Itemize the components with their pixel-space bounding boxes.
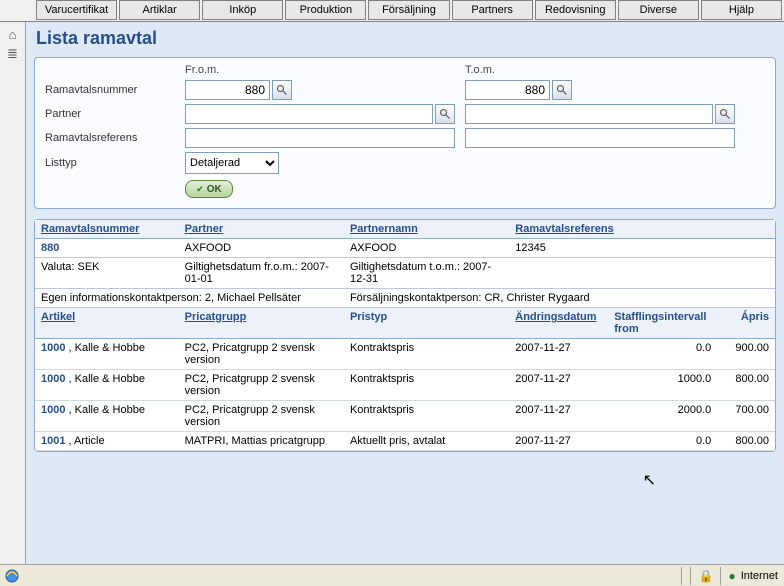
label-to: T.o.m. (465, 64, 745, 76)
table-row: 1000 , Kalle & HobbePC2, Pricatgrupp 2 s… (35, 370, 775, 401)
mouse-cursor: ↖ (643, 470, 656, 490)
menu-artiklar[interactable]: Artiklar (119, 0, 200, 20)
check-icon: ✔ (196, 184, 204, 195)
label-partner: Partner (45, 108, 185, 120)
ramavtal-link[interactable]: 880 (41, 242, 59, 254)
security-zone: Internet (739, 570, 784, 582)
col-staffling: Stafflingsintervall from (608, 308, 717, 339)
page-title: Lista ramavtal (36, 28, 780, 49)
menu-varucertifikat[interactable]: Varucertifikat (36, 0, 117, 20)
input-nummer-from[interactable] (185, 80, 270, 100)
menu-redovisning[interactable]: Redovisning (535, 0, 616, 20)
artikel-link[interactable]: 1000 (41, 342, 65, 354)
lookup-partner-from[interactable] (435, 104, 455, 124)
home-icon[interactable]: ⌂ (5, 26, 21, 42)
col-artikel[interactable]: Artikel (35, 308, 179, 339)
label-ramavtalsreferens: Ramavtalsreferens (45, 132, 185, 144)
input-referens-to[interactable] (465, 128, 735, 148)
table-row: 1000 , Kalle & HobbePC2, Pricatgrupp 2 s… (35, 401, 775, 432)
col-partnernamn[interactable]: Partnernamn (344, 220, 509, 239)
table-row: 1001 , ArticleMATPRI, Mattias pricatgrup… (35, 432, 775, 451)
artikel-link[interactable]: 1000 (41, 404, 65, 416)
input-referens-from[interactable] (185, 128, 455, 148)
col-pricatgrupp[interactable]: Pricatgrupp (179, 308, 344, 339)
input-partner-from[interactable] (185, 104, 433, 124)
sidebar: ⌂ ≣ (0, 22, 26, 564)
col-partner[interactable]: Partner (179, 220, 344, 239)
menu-hjalp[interactable]: Hjälp (701, 0, 782, 20)
menu-partners[interactable]: Partners (452, 0, 533, 20)
artikel-link[interactable]: 1001 (41, 435, 65, 447)
filter-panel: Fr.o.m. T.o.m. Ramavtalsnummer (34, 57, 776, 209)
artikel-link[interactable]: 1000 (41, 373, 65, 385)
ok-button[interactable]: ✔ OK (185, 180, 233, 198)
summary-row-1: 880 AXFOOD AXFOOD 12345 (35, 239, 775, 258)
input-nummer-to[interactable] (465, 80, 550, 100)
col-ramavtalsreferens[interactable]: Ramavtalsreferens (509, 220, 775, 239)
col-pristyp: Pristyp (344, 308, 509, 339)
magnifier-icon (719, 108, 731, 120)
menu-diverse[interactable]: Diverse (618, 0, 699, 20)
col-ramavtalsnummer[interactable]: Ramavtalsnummer (35, 220, 179, 239)
lookup-partner-to[interactable] (715, 104, 735, 124)
lookup-nummer-from[interactable] (272, 80, 292, 100)
summary-row-3: Egen informationskontaktperson: 2, Micha… (35, 289, 775, 308)
menu-forsaljning[interactable]: Försäljning (368, 0, 449, 20)
menu-produktion[interactable]: Produktion (285, 0, 366, 20)
globe-icon: ● (728, 569, 735, 583)
statusbar: 🔒 ● Internet (0, 564, 784, 586)
col-andringsdatum[interactable]: Ändringsdatum (509, 308, 608, 339)
lock-icon: 🔒 (698, 569, 713, 583)
menu-inkop[interactable]: Inköp (202, 0, 283, 20)
ie-icon (3, 568, 21, 584)
label-listtyp: Listtyp (45, 157, 185, 169)
menubar: Varucertifikat Artiklar Inköp Produktion… (0, 0, 784, 22)
lookup-nummer-to[interactable] (552, 80, 572, 100)
magnifier-icon (556, 84, 568, 96)
results-panel: Ramavtalsnummer Partner Partnernamn Rama… (34, 219, 776, 452)
label-from: Fr.o.m. (185, 64, 465, 76)
select-listtyp[interactable]: Detaljerad (185, 152, 279, 174)
input-partner-to[interactable] (465, 104, 713, 124)
magnifier-icon (276, 84, 288, 96)
col-apris: Ápris (717, 308, 775, 339)
list-icon[interactable]: ≣ (5, 46, 21, 62)
label-ramavtalsnummer: Ramavtalsnummer (45, 84, 185, 96)
table-row: 1000 , Kalle & HobbePC2, Pricatgrupp 2 s… (35, 339, 775, 370)
summary-row-2: Valuta: SEK Giltighetsdatum fr.o.m.: 200… (35, 258, 775, 289)
magnifier-icon (439, 108, 451, 120)
